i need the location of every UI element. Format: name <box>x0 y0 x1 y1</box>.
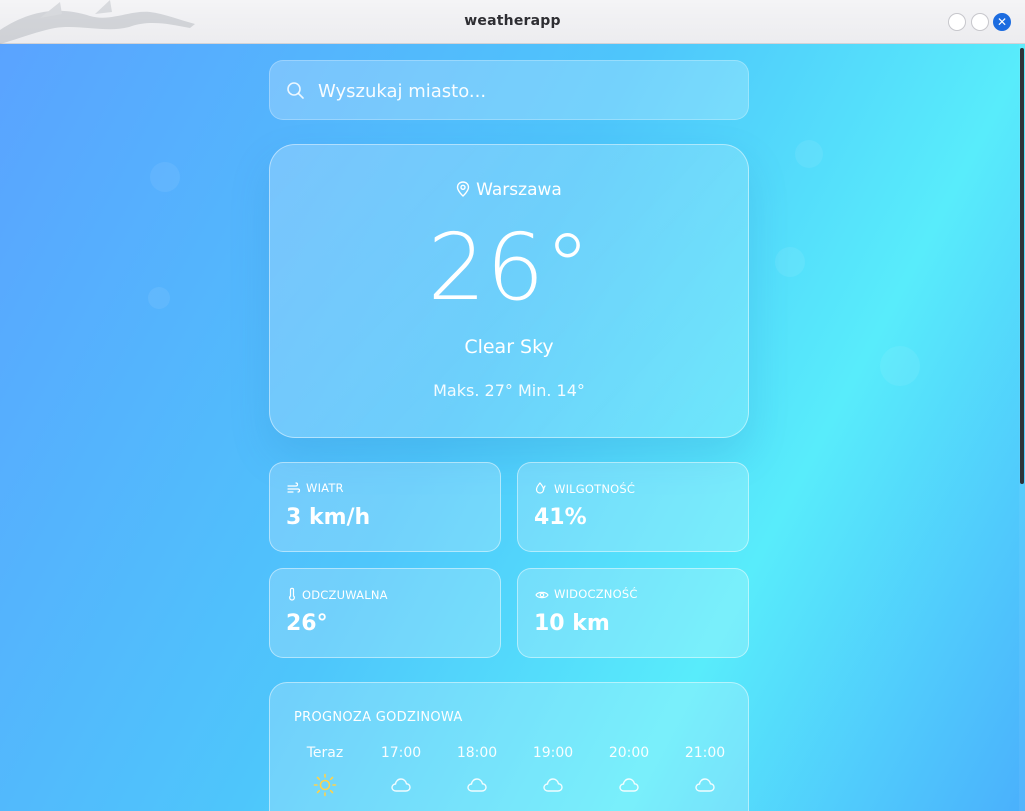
hourly-item: Teraz <box>295 745 355 797</box>
hourly-item: 17:00 <box>371 745 431 797</box>
stat-card-humidity: WILGOTNOŚĆ 41% <box>517 462 749 552</box>
sun-icon <box>313 773 337 797</box>
app-content: Warszawa 26° Clear Sky Maks. 27° Min. 14… <box>0 44 1025 811</box>
map-pin-icon <box>456 181 470 197</box>
window-title: weatherapp <box>464 13 561 29</box>
hourly-forecast-title: PROGNOZA GODZINOWA <box>294 710 463 725</box>
droplets-icon <box>535 482 546 494</box>
cloud-icon <box>619 778 639 792</box>
current-temperature: 26° <box>427 214 591 321</box>
cloud-icon <box>391 778 411 792</box>
hourly-item: 20:00 <box>599 745 659 797</box>
hour-time: 21:00 <box>684 745 726 761</box>
eye-icon <box>535 591 549 599</box>
hour-time: Teraz <box>306 745 344 761</box>
hour-time: 18:00 <box>456 745 498 761</box>
search-bar[interactable] <box>269 60 749 121</box>
stat-card-visibility: WIDOCZNOŚĆ 10 km <box>517 568 749 658</box>
thermometer-icon <box>289 587 295 601</box>
cloud-icon <box>543 778 563 792</box>
maximize-button[interactable] <box>971 13 989 31</box>
current-weather-card: Warszawa 26° Clear Sky Maks. 27° Min. 14… <box>269 144 749 438</box>
background-decoration <box>795 140 823 168</box>
cloud-icon <box>467 778 487 792</box>
minimize-button[interactable] <box>948 13 966 31</box>
search-icon <box>287 82 304 99</box>
hourly-item: 21:00 <box>675 745 735 797</box>
stat-label: ODCZUWALNA <box>287 587 388 602</box>
hourly-forecast-card: PROGNOZA GODZINOWA Teraz 17:00 18:00 19:… <box>269 682 749 811</box>
close-button[interactable]: ✕ <box>993 13 1011 31</box>
stat-label: WIDOCZNOŚĆ <box>535 587 638 601</box>
hour-time: 20:00 <box>608 745 650 761</box>
wind-icon <box>287 482 301 493</box>
stat-label: WIATR <box>287 481 344 495</box>
hour-time: 19:00 <box>532 745 574 761</box>
scrollbar-thumb[interactable] <box>1020 48 1024 484</box>
stat-card-feels-like: ODCZUWALNA 26° <box>269 568 501 658</box>
stat-value: 10 km <box>534 611 610 636</box>
background-decoration <box>775 247 805 277</box>
hourly-item: 19:00 <box>523 745 583 797</box>
close-icon: ✕ <box>996 15 1008 29</box>
stat-value: 41% <box>534 505 587 530</box>
stat-card-wind: WIATR 3 km/h <box>269 462 501 552</box>
background-decoration <box>148 287 170 309</box>
search-input[interactable] <box>316 61 740 121</box>
min-max-temperature: Maks. 27° Min. 14° <box>433 381 585 400</box>
hourly-item: 18:00 <box>447 745 507 797</box>
window-titlebar: weatherapp ✕ <box>0 0 1025 44</box>
stat-label: WILGOTNOŚĆ <box>535 481 635 496</box>
stat-value: 26° <box>286 611 328 636</box>
hour-time: 17:00 <box>380 745 422 761</box>
background-decoration <box>150 162 180 192</box>
city-name: Warszawa <box>476 180 562 200</box>
stat-value: 3 km/h <box>286 505 371 530</box>
background-decoration <box>880 346 920 386</box>
cloud-icon <box>695 778 715 792</box>
weather-condition: Clear Sky <box>464 336 554 358</box>
location-label: Warszawa <box>270 180 748 200</box>
